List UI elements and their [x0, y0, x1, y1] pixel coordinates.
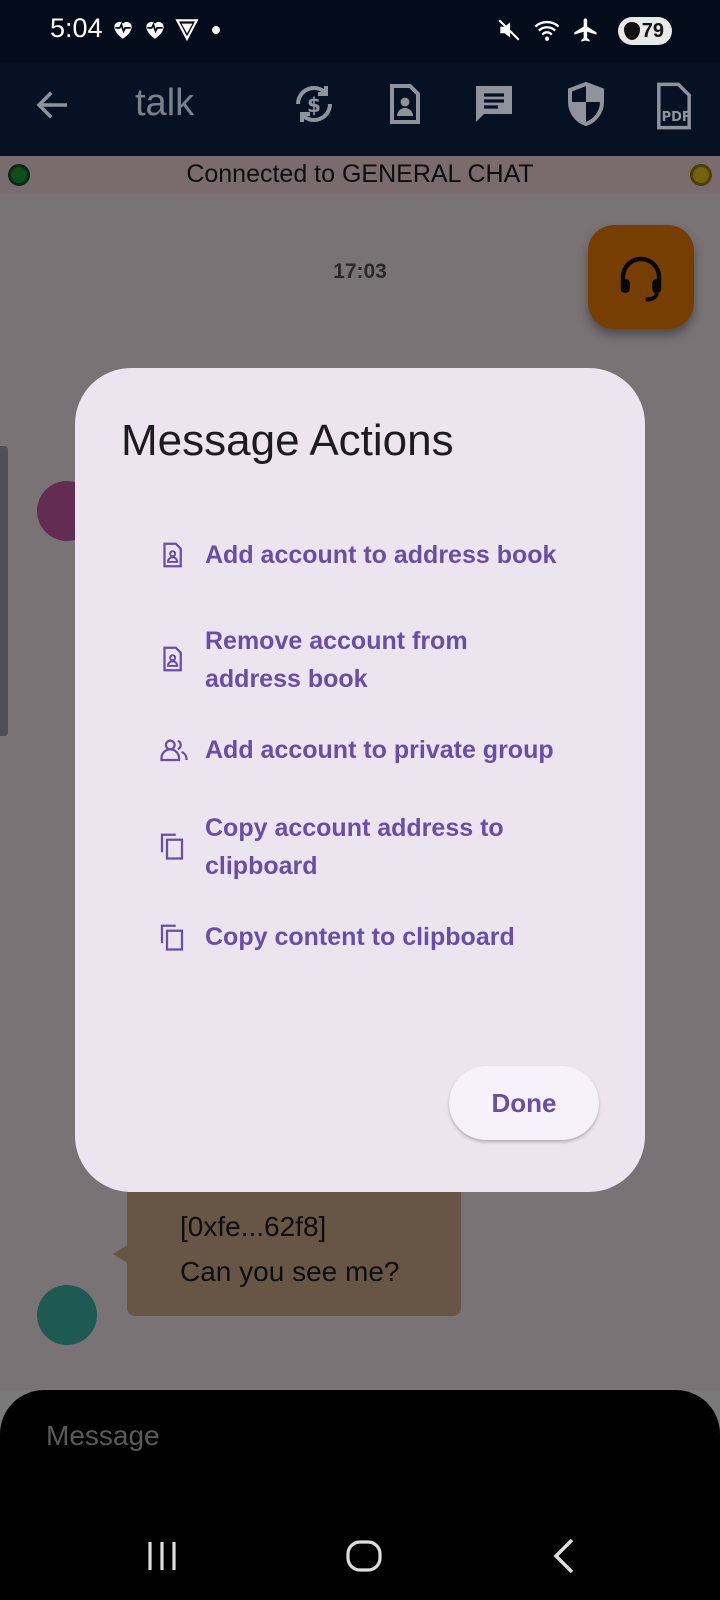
- contact-card-icon: [163, 542, 182, 568]
- contact-card-icon[interactable]: [380, 80, 428, 128]
- action-label: Add account to address book: [205, 541, 557, 569]
- action-label: Copy content to clipboard: [205, 923, 515, 951]
- shield-icon[interactable]: [562, 80, 610, 128]
- done-button[interactable]: Done: [449, 1066, 599, 1140]
- airplane-icon: [574, 18, 597, 42]
- action-copy-content[interactable]: Copy content to clipboard: [157, 918, 597, 956]
- dialog-title: Message Actions: [121, 416, 454, 465]
- message-actions-dialog: Message Actions Add account to address b…: [75, 368, 645, 1192]
- app-bar: talk $ PDF: [0, 62, 720, 156]
- compose-bar: Message: [0, 1390, 720, 1510]
- battery-level: 79: [641, 19, 664, 42]
- action-add-to-address-book[interactable]: Add account to address book: [157, 536, 597, 574]
- heartbeat-icon: [146, 21, 164, 39]
- status-icons-right: [496, 16, 600, 44]
- app-title: talk: [135, 82, 195, 124]
- chat-icon[interactable]: [470, 80, 518, 128]
- battery-indicator: 79: [618, 17, 672, 45]
- back-icon[interactable]: [542, 1532, 590, 1580]
- status-icons-left: [110, 16, 226, 42]
- pdf-icon[interactable]: PDF: [648, 80, 700, 132]
- svg-text:$: $: [307, 93, 321, 117]
- action-add-to-private-group[interactable]: Add account to private group: [157, 731, 597, 769]
- contact-card-icon: [163, 646, 182, 672]
- copy-icon: [160, 924, 184, 951]
- system-nav-bar: [0, 1510, 720, 1600]
- back-arrow-icon[interactable]: [32, 84, 74, 126]
- action-remove-from-address-book[interactable]: Remove account from address book: [157, 622, 597, 698]
- svg-text:PDF: PDF: [662, 110, 691, 125]
- battery-shield-icon: [624, 22, 640, 40]
- dot-icon: [212, 26, 220, 34]
- action-label: Copy account address to clipboard: [205, 814, 504, 880]
- status-time: 5:04: [50, 13, 103, 43]
- action-label: Add account to private group: [205, 736, 554, 764]
- copy-icon: [160, 833, 184, 860]
- group-icon: [160, 739, 188, 762]
- action-copy-account-address[interactable]: Copy account address to clipboard: [157, 809, 597, 885]
- message-input[interactable]: Message: [46, 1420, 160, 1452]
- wifi-icon: [534, 20, 560, 41]
- sync-dollar-icon[interactable]: $: [290, 80, 338, 128]
- mute-icon: [498, 19, 520, 41]
- home-icon[interactable]: [340, 1532, 388, 1580]
- status-bar: 5:04 79: [0, 0, 720, 62]
- action-label: Remove account from address book: [205, 627, 468, 693]
- heartbeat-icon: [114, 21, 132, 39]
- recent-apps-icon[interactable]: [138, 1532, 186, 1580]
- vpn-shield-icon: [175, 19, 199, 42]
